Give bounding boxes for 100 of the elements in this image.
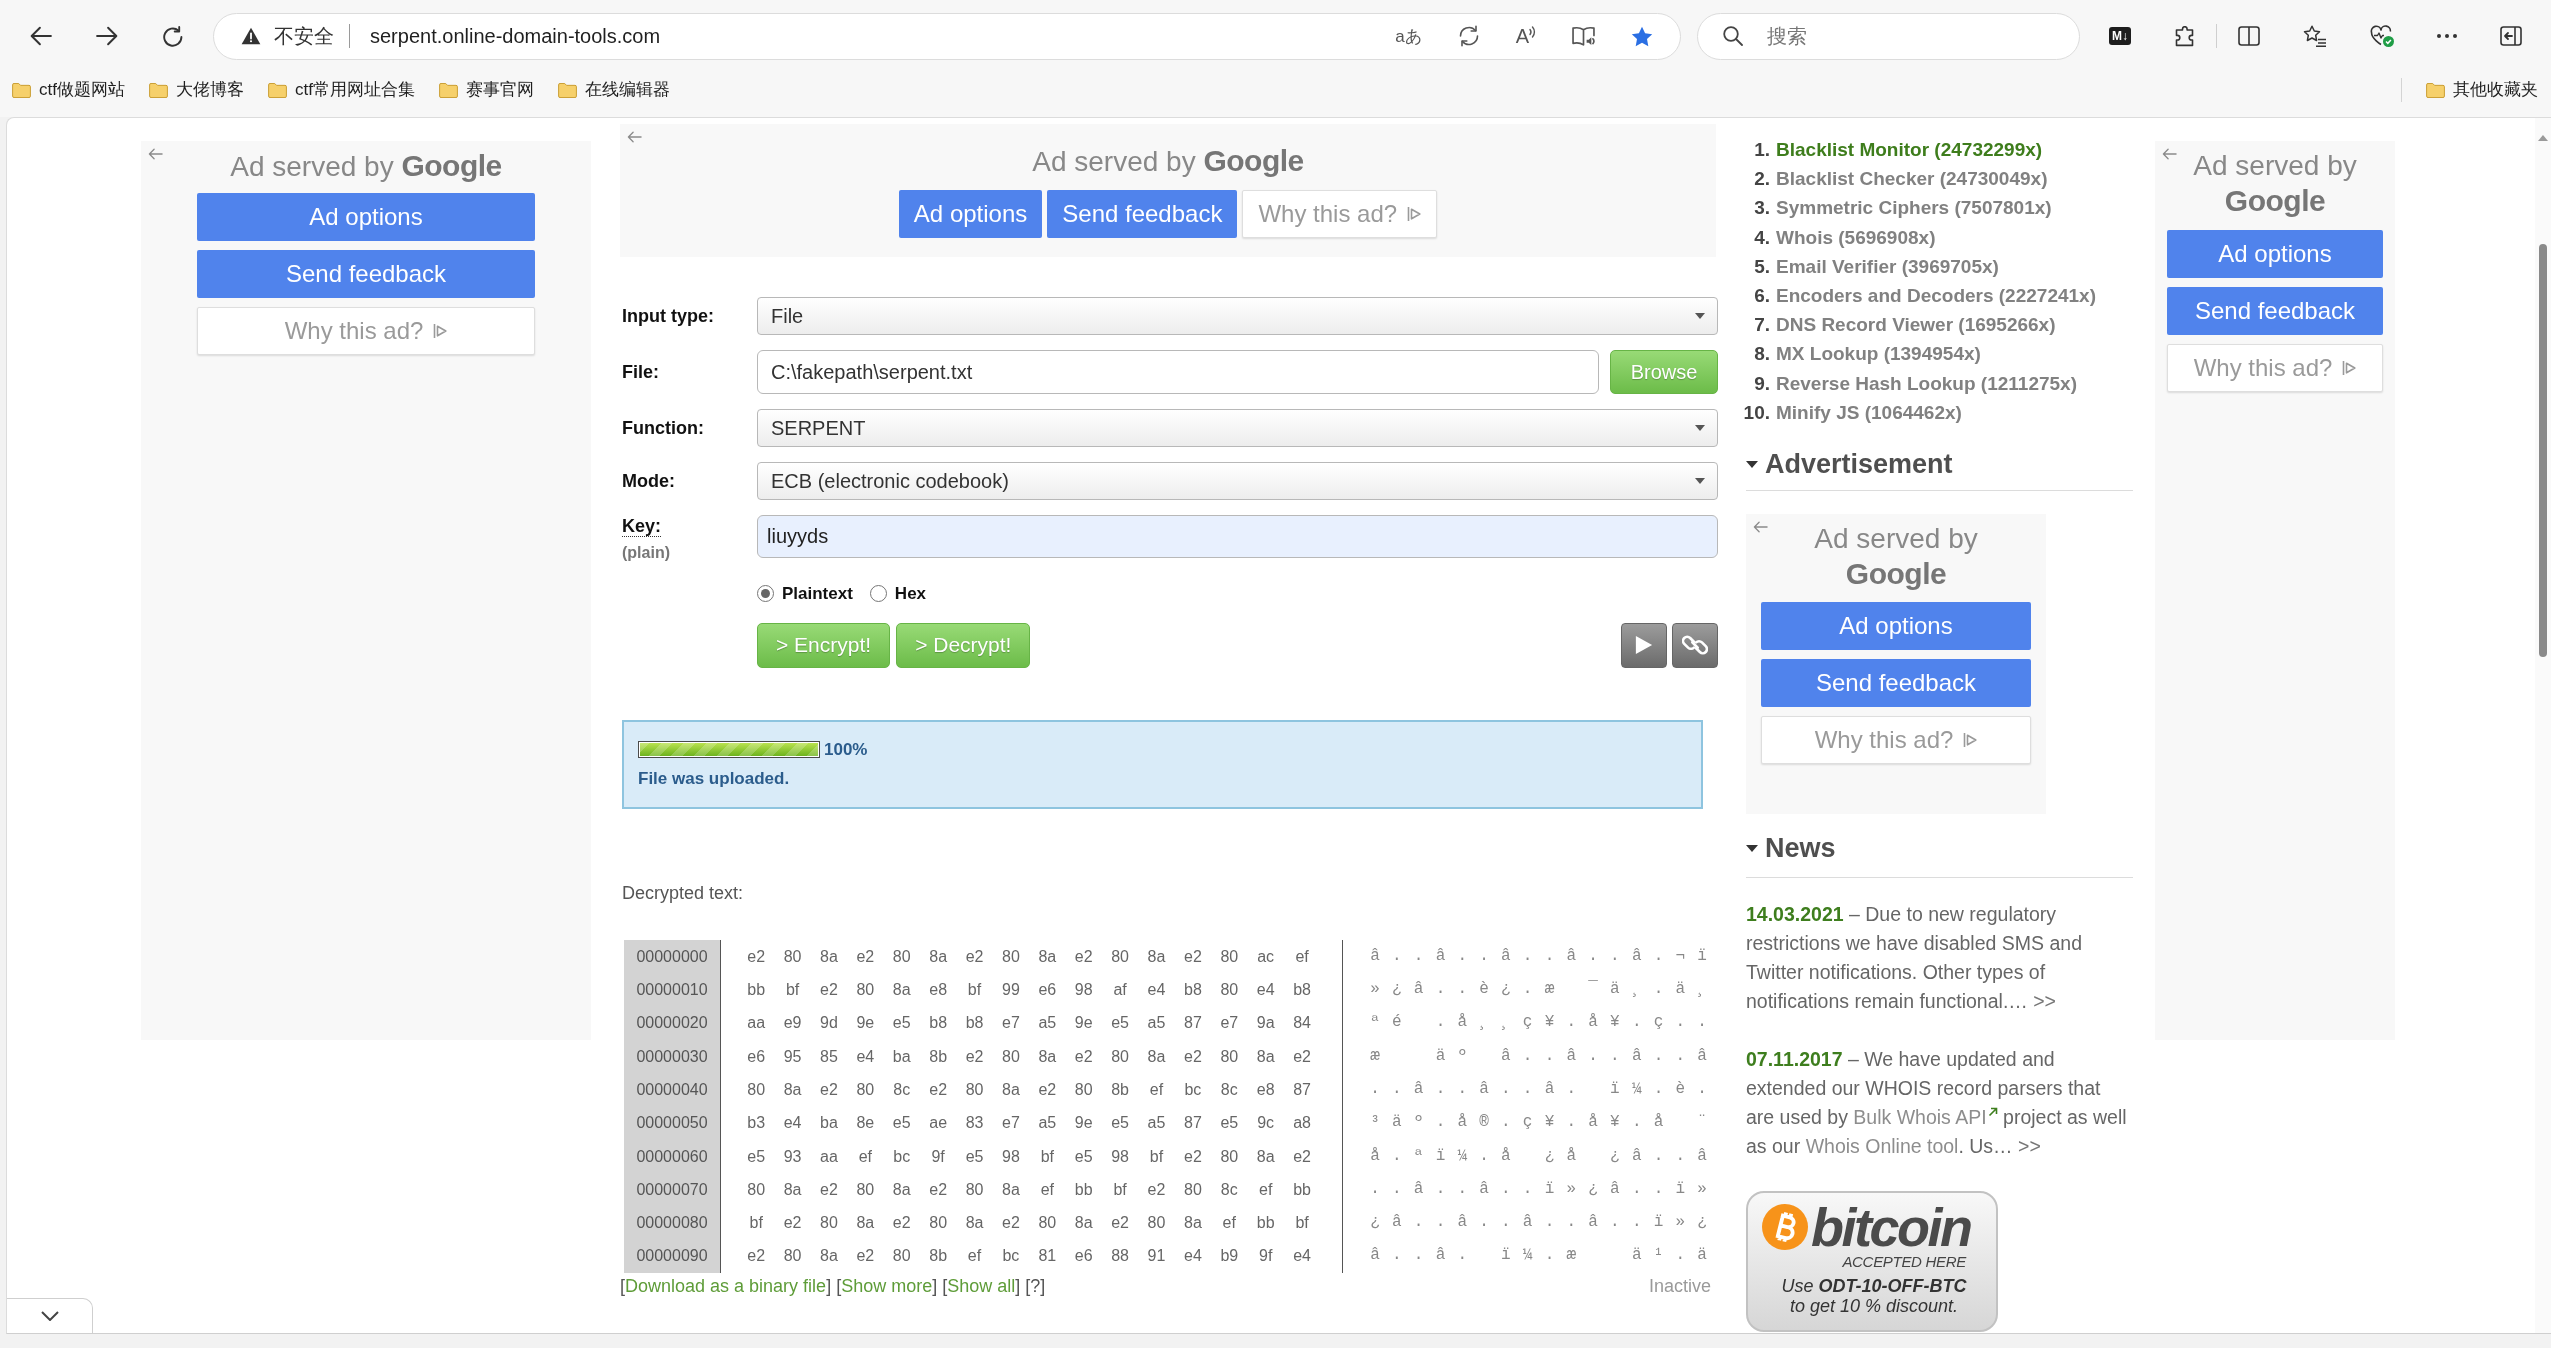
- forward-arrow-icon[interactable]: [96, 26, 118, 46]
- hex-byte: e2: [746, 1246, 767, 1267]
- ad-button[interactable]: Ad options: [1761, 602, 2031, 651]
- why-this-ad-button[interactable]: Why this ad?: [1761, 716, 2031, 765]
- radio-label[interactable]: Hex: [894, 582, 927, 604]
- hex-byte: 80: [1110, 1046, 1130, 1067]
- bookmark-item[interactable]: 大佬博客: [148, 79, 244, 101]
- scrollbar-thumb[interactable]: [2539, 244, 2547, 657]
- security-label[interactable]: 不安全: [274, 23, 334, 49]
- star-icon[interactable]: [1631, 25, 1653, 47]
- ad-button[interactable]: Send feedback: [1047, 190, 1238, 238]
- sidebar-icon[interactable]: [2500, 26, 2522, 46]
- hex-byte: e2: [1183, 1146, 1203, 1167]
- tool-link[interactable]: Reverse Hash Lookup (1211275x): [1776, 368, 2077, 398]
- offset-cell-text: 00000090: [635, 1246, 709, 1267]
- hex-byte: 80: [928, 1213, 949, 1234]
- tool-link[interactable]: Email Verifier (3969705x): [1776, 251, 1999, 281]
- read-more-link[interactable]: >>: [2033, 990, 2056, 1013]
- hex-byte: ef: [1294, 946, 1310, 967]
- sync-icon[interactable]: [1457, 25, 1480, 47]
- output-link[interactable]: [Download as a binary file]: [620, 1274, 832, 1297]
- toggle-button[interactable]: [7, 1298, 93, 1333]
- tool-link[interactable]: Symmetric Ciphers (7507801x): [1776, 193, 2052, 223]
- tool-link[interactable]: Minify JS (1064462x): [1776, 397, 1962, 428]
- dropdown[interactable]: ECB (electronic codebook): [757, 462, 1718, 500]
- split-screen-icon[interactable]: [2238, 26, 2260, 46]
- text-field[interactable]: liuyyds: [757, 515, 1718, 558]
- radio-button[interactable]: [757, 584, 774, 602]
- hex-byte: b8: [1183, 980, 1203, 1001]
- radio-button[interactable]: [869, 584, 887, 602]
- radio-label[interactable]: Plaintext: [782, 582, 853, 604]
- url-text[interactable]: serpent.online-domain-tools.com: [370, 23, 661, 49]
- why-this-ad-button[interactable]: Why this ad?: [2167, 344, 2383, 392]
- help-link[interactable]: [?]: [1025, 1274, 1046, 1297]
- bookmark-folder[interactable]: 其他收藏夹: [2426, 79, 2538, 101]
- ad-button[interactable]: Send feedback: [1761, 659, 2031, 708]
- ad-button[interactable]: Send feedback: [2167, 287, 2383, 335]
- inline-link[interactable]: Whois Online tool: [1805, 1135, 1959, 1158]
- rank-number: 7.: [1753, 313, 1770, 338]
- hex-byte: e2: [746, 946, 767, 967]
- dropdown[interactable]: File: [757, 297, 1718, 335]
- markdown-icon[interactable]: M↓: [2109, 27, 2131, 45]
- tool-link[interactable]: Whois (5696908x): [1776, 222, 1936, 252]
- offset-cell-text: 00000000: [635, 946, 709, 967]
- link-button[interactable]: [1672, 622, 1718, 668]
- output-link[interactable]: [Show all]: [942, 1274, 1021, 1297]
- hex-byte: 8a: [891, 1179, 912, 1200]
- why-this-ad-button[interactable]: Why this ad?: [197, 307, 535, 355]
- inline-link[interactable]: Bulk Whois API: [1853, 1106, 1987, 1129]
- hex-byte: aa: [746, 1013, 767, 1034]
- play-button[interactable]: [1621, 622, 1667, 668]
- book-icon[interactable]: [1572, 26, 1595, 46]
- hex-byte: e5: [1219, 1113, 1240, 1134]
- favorites-icon[interactable]: [2303, 25, 2327, 47]
- section-title[interactable]: Advertisement: [1765, 447, 1953, 482]
- hex-byte: e2: [819, 980, 839, 1001]
- tool-link[interactable]: Blacklist Monitor (24732299x): [1776, 135, 2043, 165]
- translate-icon[interactable]: aあ: [1395, 27, 1422, 45]
- hex-byte: ae: [928, 1113, 949, 1134]
- hex-byte: 80: [782, 946, 803, 967]
- bookmark-item[interactable]: 赛事官网: [438, 79, 534, 101]
- output-link[interactable]: [Show more]: [836, 1274, 938, 1297]
- hex-byte: e5: [964, 1146, 985, 1167]
- tool-link[interactable]: Encoders and Decoders (2227241x): [1776, 281, 2096, 311]
- hex-byte: e2: [1073, 1046, 1094, 1067]
- why-this-ad-button[interactable]: Why this ad?: [1242, 190, 1438, 238]
- caret-down-icon[interactable]: [1746, 844, 1758, 852]
- hex-byte: bb: [1073, 1179, 1094, 1200]
- ascii-text: » ¿ â . . è ¿ . æ ¯ ä ¸ . ä ¸: [1370, 979, 1709, 1001]
- bookmark-item[interactable]: ctf做题网站: [12, 79, 125, 101]
- caret-down-icon[interactable]: [1746, 460, 1758, 468]
- search-field[interactable]: 搜索: [1697, 12, 2080, 60]
- scroll-up-icon[interactable]: [2538, 135, 2548, 141]
- more-icon[interactable]: [2437, 34, 2457, 38]
- section-title[interactable]: News: [1765, 831, 1836, 866]
- search-icon[interactable]: [1723, 25, 1743, 46]
- tool-link[interactable]: MX Lookup (1394954x): [1776, 339, 1981, 369]
- hex-byte: 80: [819, 1213, 839, 1234]
- offset-cell-text: 00000020: [635, 1013, 709, 1034]
- ad-button[interactable]: Send feedback: [197, 250, 535, 298]
- back-arrow-icon[interactable]: [30, 26, 52, 46]
- bookmark-item[interactable]: ctf常用网址合集: [267, 79, 415, 101]
- refresh-icon[interactable]: [162, 25, 183, 47]
- puzzle-icon[interactable]: [2174, 25, 2195, 47]
- bookmark-item[interactable]: 在线编辑器: [557, 79, 670, 101]
- heart-pulse-icon[interactable]: [2370, 25, 2394, 47]
- tool-link[interactable]: DNS Record Viewer (1695266x): [1776, 310, 2056, 340]
- ad-button[interactable]: Ad options: [197, 193, 535, 241]
- tool-link[interactable]: Blacklist Checker (24730049x): [1776, 164, 2048, 194]
- read-more-link[interactable]: >>: [2018, 1135, 2041, 1158]
- address-bar[interactable]: 不安全 serpent.online-domain-tools.com aあ A: [213, 12, 1681, 60]
- ad-button[interactable]: Ad options: [2167, 230, 2383, 278]
- dropdown[interactable]: SERPENT: [757, 409, 1718, 447]
- hex-byte: 8c: [1219, 1179, 1239, 1200]
- hex-byte: e2: [1292, 1146, 1312, 1167]
- hex-byte: 8a: [1037, 1046, 1058, 1067]
- file-path-field[interactable]: C:\fakepath\serpent.txt: [757, 350, 1599, 394]
- folder-icon: [148, 82, 168, 98]
- hex-byte: bf: [1112, 1179, 1128, 1200]
- ad-button[interactable]: Ad options: [898, 190, 1043, 238]
